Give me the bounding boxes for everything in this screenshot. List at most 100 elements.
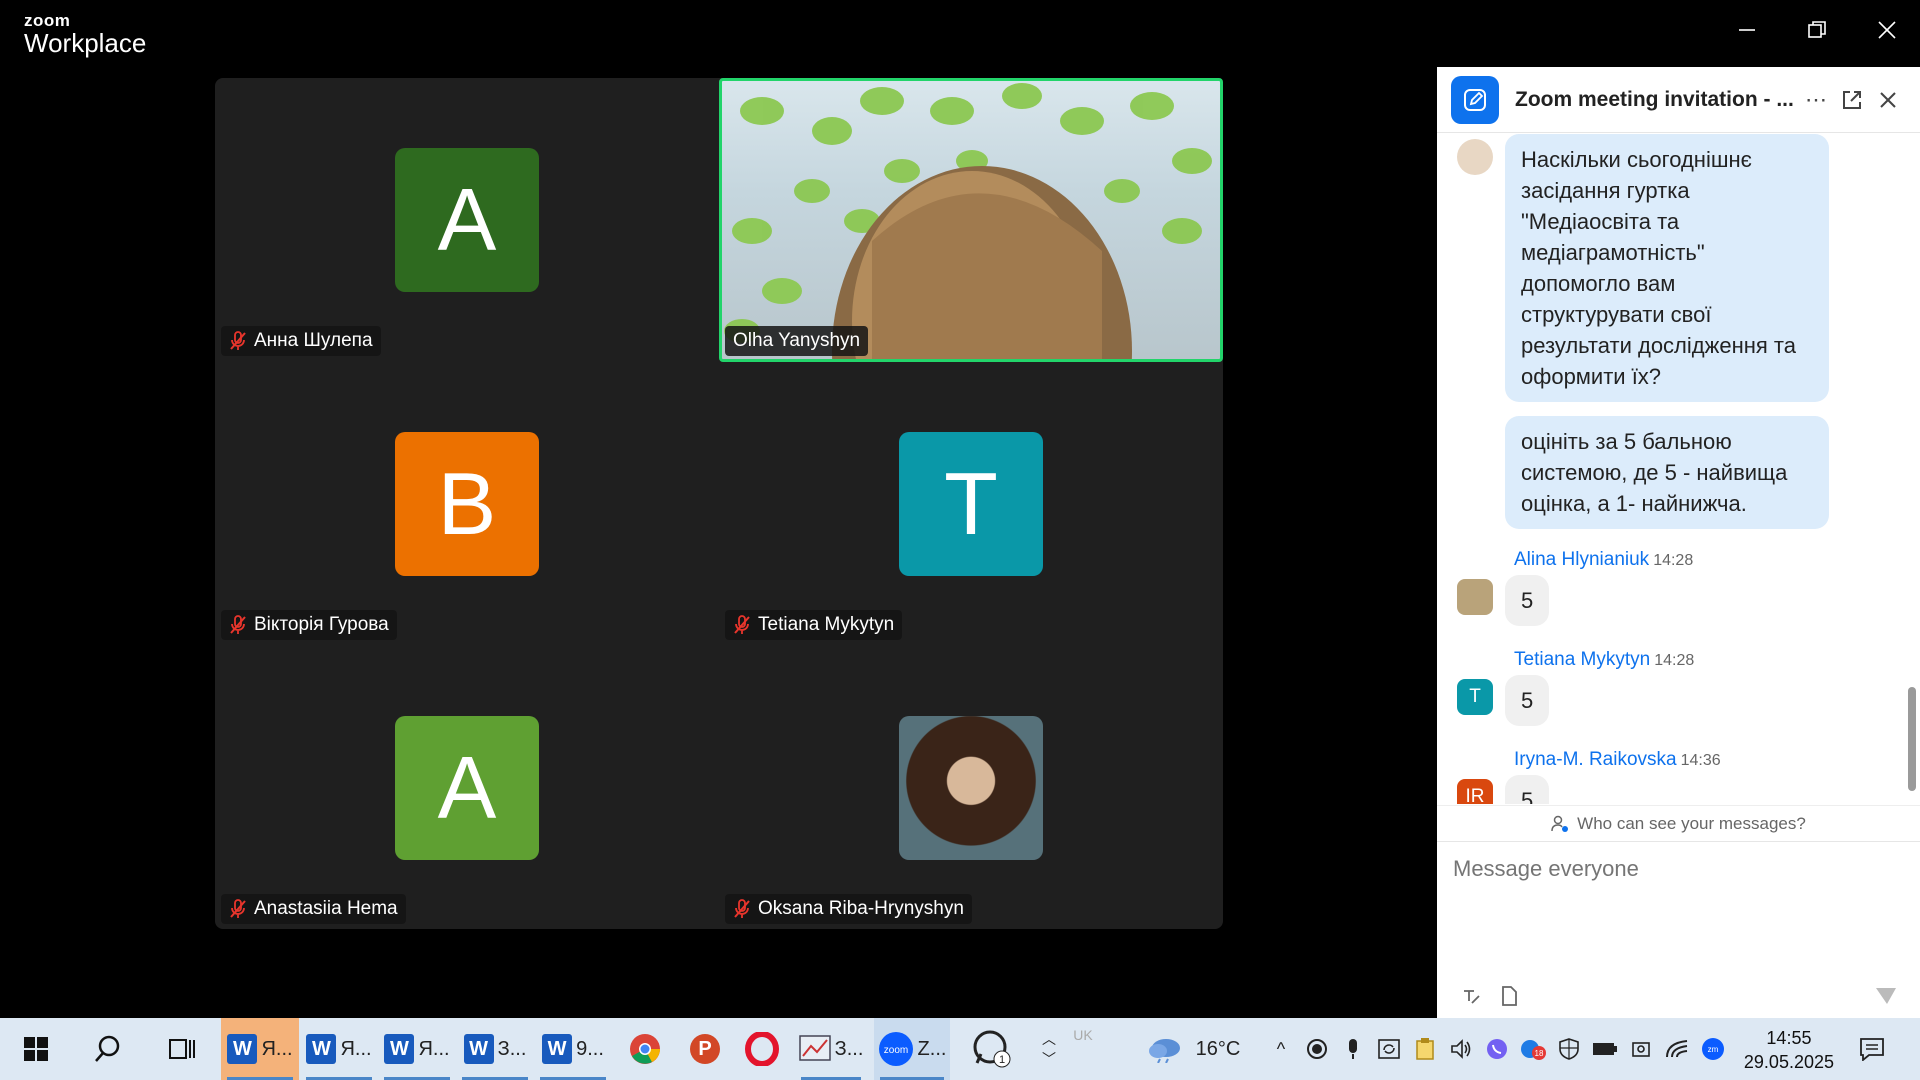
- chat-message: 5: [1505, 675, 1550, 726]
- format-text-icon: [1464, 990, 1480, 1004]
- participant-tile[interactable]: B Вікторія Гурова: [215, 362, 719, 646]
- tray-mic[interactable]: [1338, 1018, 1368, 1080]
- video-feed: [724, 83, 1212, 359]
- format-button[interactable]: [1457, 982, 1485, 1010]
- close-window-button[interactable]: [1862, 8, 1912, 52]
- restore-icon: [1808, 21, 1826, 38]
- taskbar-item-word-3[interactable]: W Я...: [378, 1018, 456, 1080]
- chat-message: 5: [1505, 775, 1550, 804]
- search-button[interactable]: [82, 1018, 134, 1080]
- name-tag: Tetiana Mykytyn: [725, 610, 903, 640]
- mic-muted-icon: [230, 331, 246, 350]
- scroll-thumb[interactable]: [1908, 687, 1916, 791]
- sender-avatar: [1457, 579, 1493, 615]
- taskbar-label: З...: [834, 1037, 864, 1060]
- participant-tile[interactable]: A Anastasiia Hema: [215, 646, 719, 930]
- taskbar-item-app[interactable]: З...: [795, 1018, 867, 1080]
- close-chat-button[interactable]: [1870, 82, 1906, 118]
- taskbar-item-word-2[interactable]: W Я...: [300, 1018, 378, 1080]
- chat-message: 5: [1505, 575, 1550, 626]
- avatar: A: [395, 716, 539, 860]
- notifications-button[interactable]: [1852, 1018, 1892, 1080]
- name-tag: Anastasiia Hema: [221, 894, 406, 924]
- popout-button[interactable]: [1834, 82, 1870, 118]
- viber-icon: [1487, 1039, 1507, 1059]
- taskbar-item-zoom[interactable]: zoom Z...: [874, 1018, 950, 1080]
- taskbar-item-opera[interactable]: [737, 1018, 787, 1080]
- weather-widget[interactable]: 16°C: [1138, 1018, 1248, 1080]
- minimize-button[interactable]: [1722, 8, 1772, 52]
- clock-date: 29.05.2025: [1743, 1052, 1834, 1072]
- mic-muted-icon: [734, 615, 750, 634]
- powerpoint-icon: P: [690, 1034, 720, 1064]
- participant-tile[interactable]: Oksana Riba-Hrynyshyn: [719, 646, 1223, 930]
- tray-viber[interactable]: [1482, 1018, 1512, 1080]
- taskbar-item-word-5[interactable]: W 9...: [534, 1018, 612, 1080]
- tray-sync[interactable]: [1374, 1018, 1404, 1080]
- input-language[interactable]: UK: [1068, 1004, 1098, 1066]
- tray-volume[interactable]: [1446, 1018, 1476, 1080]
- participant-name: Анна Шулепа: [254, 330, 373, 351]
- compose-button[interactable]: [1451, 75, 1499, 124]
- taskbar-item-powerpoint[interactable]: P: [680, 1018, 730, 1080]
- chat-scrollbar[interactable]: [1906, 137, 1916, 797]
- name-tag: Oksana Riba-Hrynyshyn: [725, 894, 972, 924]
- taskbar-item-chrome[interactable]: [620, 1018, 670, 1080]
- svg-text:18: 18: [1535, 1049, 1544, 1058]
- message-sender: Tetiana Mykytyn 14:28: [1514, 649, 1695, 670]
- tray-camera[interactable]: [1626, 1018, 1656, 1080]
- cloud-rain-icon: [1148, 1039, 1180, 1063]
- show-hidden-icons[interactable]: ^: [1268, 1018, 1294, 1080]
- tray-app-badge[interactable]: 18: [1518, 1018, 1548, 1080]
- clock-time: 14:55: [1766, 1028, 1812, 1048]
- windows-icon: [24, 1037, 48, 1061]
- zoom-icon: zoom: [878, 1032, 913, 1066]
- volume-icon: [1451, 1039, 1471, 1059]
- start-button[interactable]: [10, 1018, 62, 1080]
- taskbar-item-whatsapp[interactable]: 1: [963, 1018, 1021, 1080]
- task-view-button[interactable]: [156, 1018, 208, 1080]
- svg-text:zm: zm: [1708, 1045, 1719, 1054]
- taskbar-label: Я...: [261, 1037, 293, 1060]
- popout-icon: [1843, 90, 1861, 109]
- file-button[interactable]: [1495, 982, 1523, 1010]
- tray-zoom[interactable]: zm: [1698, 1018, 1728, 1080]
- more-icon: ⋯: [1805, 86, 1827, 112]
- tray-record[interactable]: [1302, 1018, 1332, 1080]
- message-input[interactable]: [1453, 856, 1893, 882]
- system-clock[interactable]: 14:55 29.05.2025: [1744, 1026, 1834, 1074]
- taskbar-label: 9...: [576, 1037, 604, 1060]
- word-icon: W: [463, 1034, 494, 1064]
- camera-icon: [1632, 1042, 1650, 1057]
- tray-clipboard[interactable]: [1410, 1018, 1440, 1080]
- battery-icon: [1593, 1043, 1617, 1055]
- tray-security[interactable]: [1554, 1018, 1584, 1080]
- participant-tile[interactable]: T Tetiana Mykytyn: [719, 362, 1223, 646]
- restore-button[interactable]: [1792, 8, 1842, 52]
- chat-message: оцініть за 5 бальною системою, де 5 - на…: [1505, 416, 1829, 529]
- participant-tile-video[interactable]: Olha Yanyshyn: [719, 78, 1223, 362]
- minimize-icon: [1739, 29, 1755, 31]
- mic-muted-icon: [230, 899, 246, 918]
- clipboard-icon: [1416, 1038, 1434, 1060]
- participant-tile[interactable]: A Анна Шулепа: [215, 78, 719, 362]
- taskbar-item-word-4[interactable]: W З...: [456, 1018, 534, 1080]
- privacy-link[interactable]: Who can see your messages?: [1437, 805, 1920, 841]
- compose-icon: [1464, 88, 1486, 111]
- svg-text:1: 1: [999, 1054, 1005, 1066]
- profile-photo: [899, 716, 1043, 860]
- chrome-icon: [630, 1034, 660, 1064]
- record-icon: [1307, 1039, 1327, 1059]
- tray-wifi[interactable]: [1662, 1018, 1692, 1080]
- send-button[interactable]: [1872, 982, 1900, 1010]
- more-options-button[interactable]: ⋯: [1798, 82, 1834, 118]
- name-tag: Вікторія Гурова: [221, 610, 397, 640]
- chevron-up-icon: ︿: [1042, 1031, 1056, 1047]
- taskbar-item-word-1[interactable]: W Я...: [221, 1018, 299, 1080]
- logo-big-text: Workplace: [24, 28, 147, 58]
- participant-name: Olha Yanyshyn: [733, 330, 861, 351]
- svg-text:zoom: zoom: [883, 1045, 907, 1056]
- participant-name: Tetiana Mykytyn: [758, 614, 895, 635]
- tray-battery[interactable]: [1590, 1018, 1620, 1080]
- taskbar-scroll[interactable]: ︿ ﹀: [1036, 1018, 1062, 1080]
